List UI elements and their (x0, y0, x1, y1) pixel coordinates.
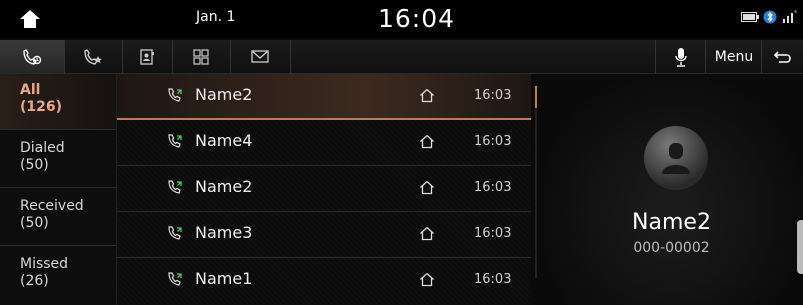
call-history-icon (23, 48, 42, 65)
status-date: Jan. 1 (196, 9, 236, 25)
category-count: (26) (20, 273, 49, 289)
category-received[interactable]: Received (50) (0, 190, 116, 246)
outgoing-call-icon (168, 134, 182, 148)
call-name: Name2 (195, 85, 253, 104)
call-time: 16:03 (474, 226, 512, 241)
tab-dial-pad[interactable] (172, 40, 231, 73)
contacts-icon (140, 48, 154, 65)
contact-number: 000-00002 (633, 240, 710, 256)
microphone-icon (675, 47, 687, 67)
category-missed[interactable]: Missed (26) (0, 248, 116, 305)
status-icons (741, 10, 797, 24)
category-all[interactable]: All (126) (0, 74, 116, 130)
message-icon (251, 50, 269, 63)
bluetooth-icon (763, 10, 777, 24)
home-number-icon (420, 135, 434, 149)
category-label: Received (20, 198, 84, 214)
voice-recognition-button[interactable] (655, 40, 706, 73)
keypad-icon (193, 48, 209, 65)
outgoing-call-icon (168, 88, 182, 102)
status-time: 16:04 (378, 4, 456, 33)
signal-icon (783, 10, 797, 23)
category-count: (50) (20, 215, 49, 231)
menu-label: Menu (714, 48, 754, 65)
status-bar: Jan. 1 16:04 (0, 0, 803, 38)
category-dialed[interactable]: Dialed (50) (0, 132, 116, 188)
call-category-list: All (126) Dialed (50) Received (50) Miss… (0, 74, 117, 305)
call-row[interactable]: Name4 16:03 (117, 120, 531, 166)
call-row[interactable]: Name1 16:03 (117, 258, 531, 304)
back-button[interactable] (761, 40, 803, 73)
contact-name: Name2 (632, 210, 711, 235)
home-number-icon (420, 181, 434, 195)
call-time: 16:03 (474, 180, 512, 195)
tab-contacts[interactable] (122, 40, 173, 73)
tab-messages[interactable] (230, 40, 291, 73)
menu-button[interactable]: Menu (705, 40, 762, 73)
scrollbar-thumb[interactable] (535, 86, 537, 108)
home-button[interactable] (8, 4, 52, 34)
category-count: (126) (20, 99, 63, 115)
favorite-call-icon (84, 48, 102, 65)
category-label: All (20, 82, 41, 98)
call-time: 16:03 (474, 272, 512, 287)
call-name: Name4 (195, 131, 253, 150)
call-row[interactable]: Name3 16:03 (117, 212, 531, 258)
call-history-list: Name2 16:03 Name4 16:03 Name2 16:03 Name… (117, 74, 531, 305)
avatar (644, 126, 708, 190)
call-name: Name2 (195, 177, 253, 196)
phone-toolbar: Menu (0, 40, 803, 74)
category-count: (50) (20, 157, 49, 173)
person-icon (662, 143, 690, 174)
home-number-icon (420, 227, 434, 241)
tab-call-history[interactable] (0, 40, 65, 73)
contact-detail-panel: Name2 000-00002 (540, 74, 803, 305)
outgoing-call-icon (168, 180, 182, 194)
call-row[interactable]: Name2 16:03 (117, 166, 531, 212)
back-icon (773, 50, 791, 63)
home-icon (20, 10, 40, 28)
call-name: Name3 (195, 223, 253, 242)
category-label: Dialed (20, 140, 65, 156)
side-panel-handle[interactable] (797, 220, 803, 274)
category-label: Missed (20, 256, 69, 272)
scrollbar-track[interactable] (535, 86, 537, 278)
call-time: 16:03 (474, 134, 512, 149)
call-time: 16:03 (474, 88, 512, 103)
home-number-icon (420, 89, 434, 103)
outgoing-call-icon (168, 272, 182, 286)
outgoing-call-icon (168, 226, 182, 240)
battery-icon (741, 12, 759, 22)
call-row[interactable]: Name2 16:03 (117, 74, 531, 120)
call-name: Name1 (195, 269, 253, 288)
home-number-icon (420, 273, 434, 287)
tab-favorites[interactable] (64, 40, 123, 73)
